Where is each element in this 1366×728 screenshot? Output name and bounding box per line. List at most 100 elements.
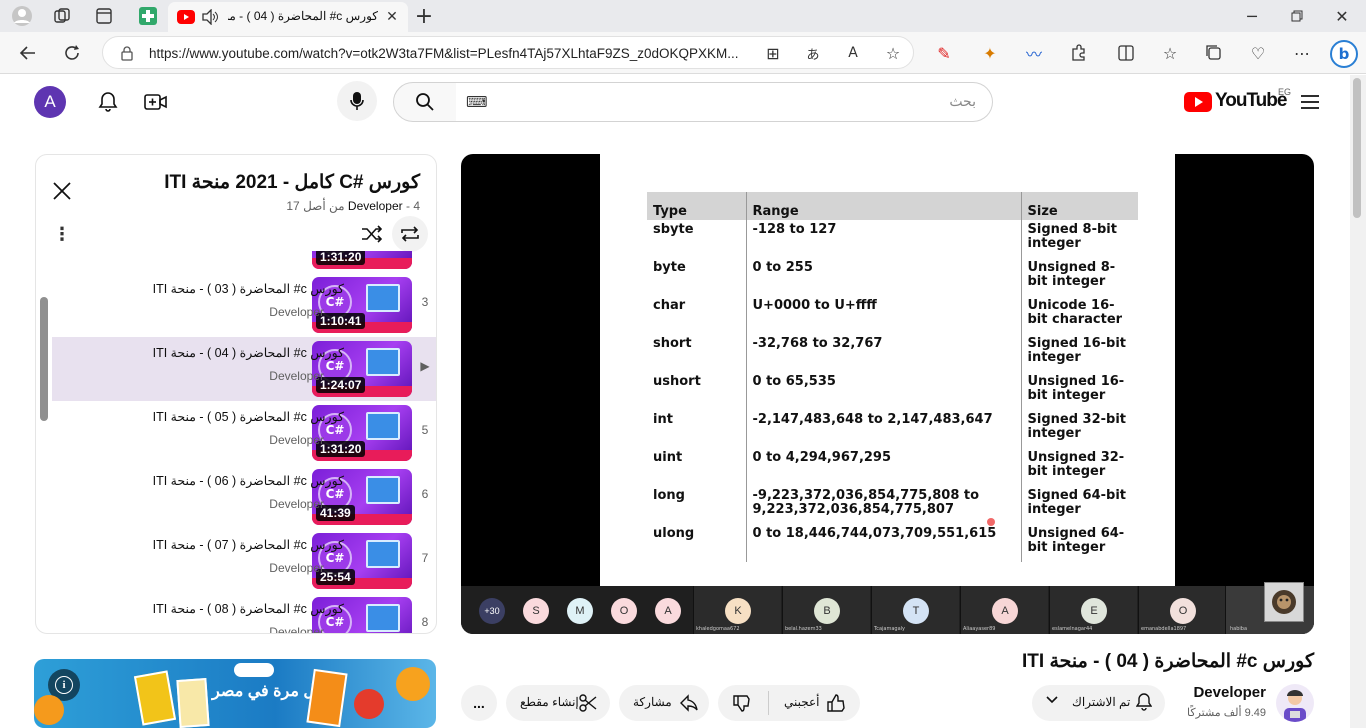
playlist-item-title[interactable]: كورس c# المحاضرة ( 05 ) - منحة ITI [153,409,344,424]
extensions-icon[interactable] [1066,41,1090,65]
close-tab-icon[interactable]: ✕ [380,5,404,29]
playlist-item-channel[interactable]: Developer [269,433,324,447]
thumbs-up-icon [827,694,845,712]
tab-youtube[interactable]: كورس c# المحاضرة ( 04 ) - منـ ✕ [168,2,408,32]
tab-actions-icon[interactable] [92,4,116,28]
table-cell: ushort [647,372,747,410]
participant-avatar: O [1170,598,1196,624]
playlist-item-channel[interactable]: Developer [269,369,324,383]
read-aloud-icon[interactable]: A [841,41,865,65]
playlist-item[interactable]: C# 1:10:41 كورس c# المحاضرة ( 03 ) - منحة … [52,273,436,337]
dislike-button[interactable] [732,694,750,715]
playlist-item[interactable]: C# 1:24:07 كورس c# المحاضرة ( 04 ) - منحة … [52,337,436,401]
table-header-cell: Size [1021,192,1138,220]
more-actions-button[interactable]: ... [461,685,497,721]
new-tab-icon[interactable]: + [412,4,436,29]
participant-tile: Eeslamelnagar44 [1049,586,1137,634]
ad-banner[interactable]: i لأول مرة في مصر [34,659,436,728]
search-input[interactable]: ⌨ بحث [456,82,993,122]
youtube-logo-text: YouTube [1215,90,1287,111]
browser-essentials-icon[interactable]: ♡ [1246,41,1270,65]
color-extension-icon[interactable]: ✦ [978,41,1002,65]
notifications-bell-icon[interactable] [96,90,120,114]
video-thumbnail[interactable]: C# 1:31:20 [312,251,412,269]
participant-name: habiba [1230,626,1248,632]
screen-graphic [366,476,400,504]
channel-avatar[interactable] [1276,684,1314,722]
translate-icon[interactable]: あ [801,41,825,65]
address-bar[interactable]: https://www.youtube.com/watch?v=otk2W3ta… [102,36,914,69]
voice-search-button[interactable] [337,81,377,121]
loop-button[interactable] [392,216,428,252]
avatar-letter: A [44,92,56,111]
channel-name[interactable]: Developer [1193,684,1266,701]
audio-playing-icon[interactable] [198,5,222,29]
playlist-title[interactable]: كورس #C كامل - 2021 منحة ITI [164,171,420,194]
playlist-item-title[interactable]: كورس c# المحاضرة ( 06 ) - منحة ITI [153,473,344,488]
playlist-item-index: 5 [421,423,429,437]
table-row: ulong 0 to 18,446,744,073,709,551,615 Unsi… [647,524,1138,562]
playlist-item-channel[interactable]: Developer [269,497,324,511]
profile-icon[interactable] [10,4,34,28]
table-cell: Unsigned 64-bit integer [1027,526,1125,555]
close-window-icon[interactable]: ✕ [1330,4,1354,28]
like-label: أعجبني [784,695,820,709]
restore-icon[interactable] [1285,4,1309,28]
youtube-logo[interactable]: YouTube EG [1184,87,1294,114]
like-button[interactable]: أعجبني [778,685,860,721]
participant-tile-host: habiba [1225,582,1314,634]
search-button[interactable] [393,82,457,122]
playlist-item-title[interactable]: كورس c# المحاضرة ( 03 ) - منحة ITI [153,281,344,296]
back-icon[interactable] [16,41,40,65]
video-player[interactable]: Type Range Size sbyte -128 to 127 Signed 8-b… [461,154,1314,634]
playlist-item-title[interactable]: كورس c# المحاضرة ( 04 ) - منحة ITI [153,345,344,360]
create-video-icon[interactable] [144,90,168,114]
shuffle-icon[interactable] [360,222,384,246]
subscribed-button[interactable]: تم الاشتراك [1032,685,1165,721]
close-playlist-icon[interactable] [50,179,74,203]
playlist-scrollbar-thumb[interactable] [40,297,48,421]
playlist-item-channel[interactable]: Developer [269,561,324,575]
playlist-item-title[interactable]: كورس c# المحاضرة ( 08 ) - منحة ITI [153,601,344,616]
avatar[interactable]: A [34,86,66,118]
share-button[interactable]: مشاركة [619,685,709,721]
clip-button[interactable]: إنشاء مقطع [506,685,610,721]
app-available-icon[interactable]: ⊞ [761,41,785,65]
playlist-item-title[interactable]: كورس c# المحاضرة ( 07 ) - منحة ITI [153,537,344,552]
table-cell: 0 to 18,446,744,073,709,551,615 [746,524,1022,562]
page-scrollbar-thumb[interactable] [1353,78,1361,218]
guide-menu-icon[interactable] [1298,90,1322,114]
playlist-item[interactable]: C# كورس c# المحاضرة ( 08 ) - منحة ITI Deve… [52,593,436,633]
table-cell: 0 to 65,535 [746,372,1022,410]
playlist-item-partial[interactable]: C# 1:31:20 [52,251,436,273]
copilot-icon[interactable]: b [1330,40,1358,68]
favorite-star-icon[interactable]: ☆ [881,41,905,65]
workspaces-icon[interactable] [50,4,74,28]
youtube-favicon-icon [174,5,198,29]
refresh-icon[interactable] [60,41,84,65]
clip-label: إنشاء مقطع [520,695,579,709]
lock-icon[interactable] [115,41,139,65]
playlist-item[interactable]: C# 41:39 كورس c# المحاضرة ( 06 ) - منحة IT… [52,465,436,529]
collections-icon[interactable] [1202,41,1226,65]
playlist-item-channel[interactable]: Developer [269,625,324,633]
playlist-channel[interactable]: Developer [348,199,403,213]
playlist-item[interactable]: C# 1:31:20 كورس c# المحاضرة ( 05 ) - منحة … [52,401,436,465]
lion-logo-icon [1272,590,1296,614]
pinned-tab-icon[interactable] [136,4,160,28]
playlist-item-channel[interactable]: Developer [269,305,324,319]
table-cell: sbyte [647,220,747,258]
keyboard-icon[interactable]: ⌨ [466,93,488,111]
table-cell: Unsigned 32-bit integer [1027,450,1125,479]
more-participants: +30 [479,598,505,624]
minimize-icon[interactable]: ─ [1240,4,1264,28]
playlist-more-icon[interactable]: ⋮ [50,222,74,246]
favorites-icon[interactable]: ☆ [1158,41,1182,65]
table-row: char U+0000 to U+ffff Unicode 16-bit chara… [647,296,1138,334]
pen-extension-icon[interactable]: ✎ [932,41,956,65]
playlist-item[interactable]: C# 25:54 كورس c# المحاضرة ( 07 ) - منحة IT… [52,529,436,593]
participant-avatar: K [725,598,751,624]
settings-more-icon[interactable]: ⋯ [1290,41,1314,65]
split-screen-icon[interactable] [1114,41,1138,65]
chart-extension-icon[interactable]: 〰 [1022,41,1046,65]
